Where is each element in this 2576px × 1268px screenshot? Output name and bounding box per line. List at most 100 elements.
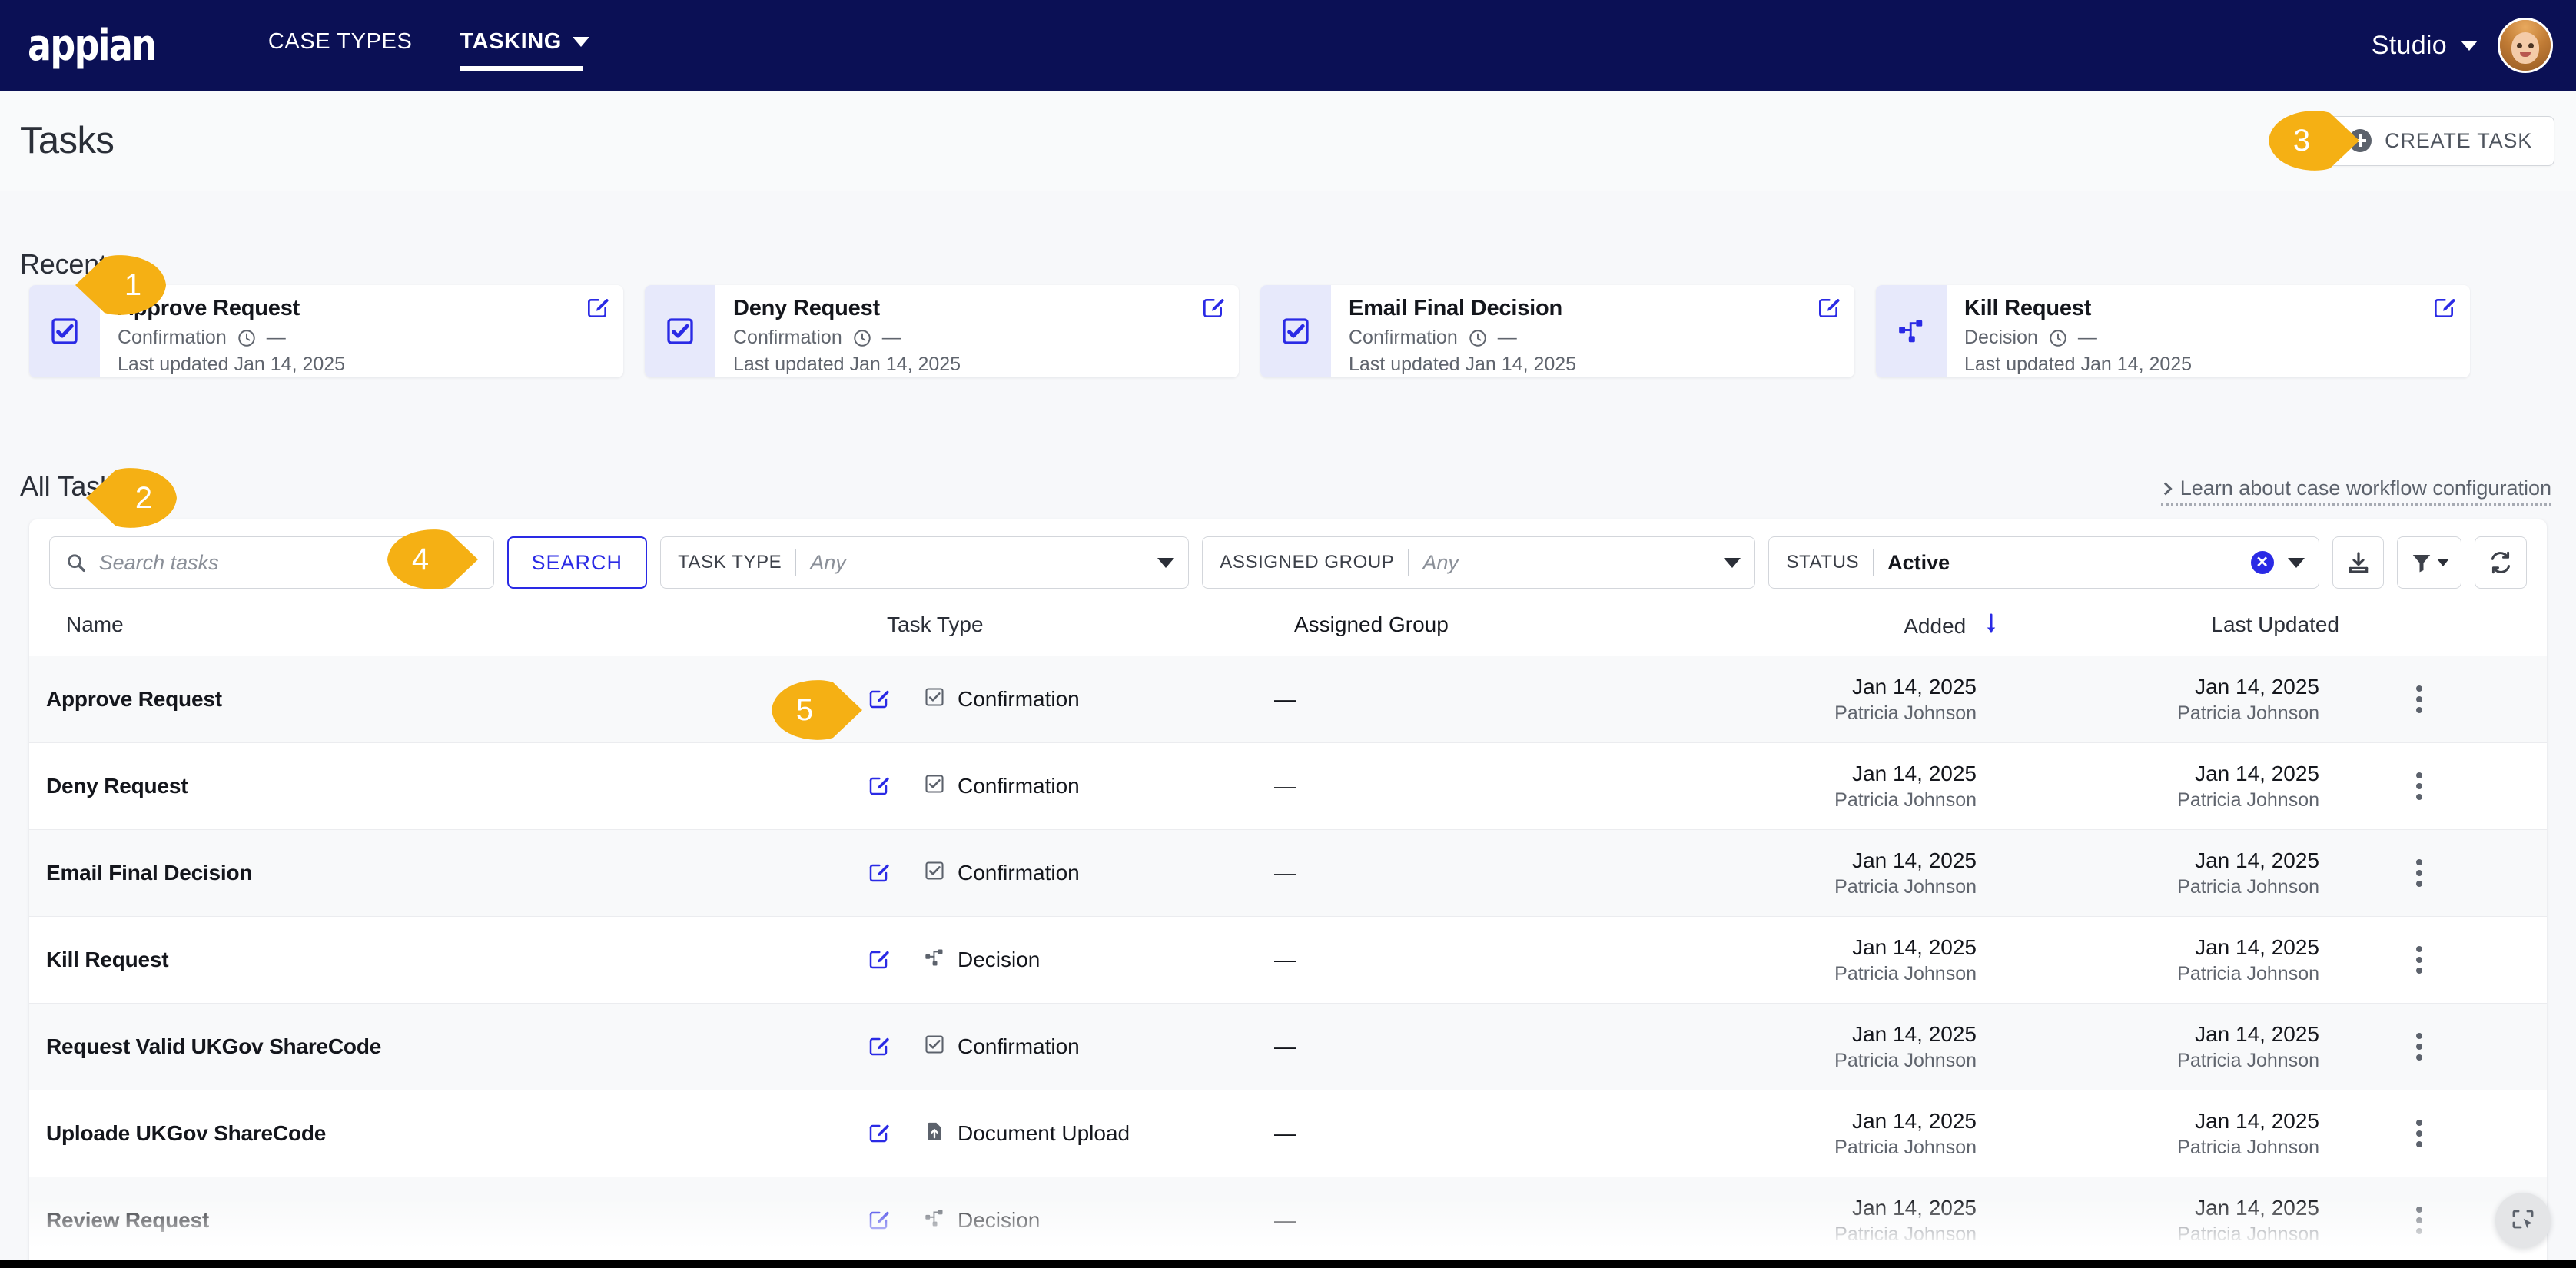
app-root: appian CASE TYPES TASKING Studio Tasks C… (0, 0, 2576, 1268)
table-row[interactable]: Request Valid UKGov ShareCode Confirmati… (29, 1003, 2547, 1090)
row-task-type-label: Confirmation (958, 1034, 1080, 1058)
status-filter-label: STATUS (1786, 552, 1860, 573)
top-navbar: appian CASE TYPES TASKING Studio (0, 0, 2576, 91)
filter-button[interactable] (2397, 536, 2462, 589)
assigned-group-filter[interactable]: ASSIGNED GROUP Any (1202, 536, 1756, 589)
assigned-group-filter-label: ASSIGNED GROUP (1220, 552, 1395, 573)
row-assigned-group: — (1274, 1121, 1296, 1145)
row-last-updated: Jan 14, 2025 Patricia Johnson (2012, 675, 2373, 725)
row-added-by: Patricia Johnson (1834, 788, 1977, 811)
row-task-type-label: Confirmation (958, 687, 1080, 711)
edit-icon[interactable] (867, 688, 890, 711)
annotation-badge-3: 3 (2266, 110, 2361, 171)
avatar[interactable] (2498, 18, 2553, 73)
refresh-button[interactable] (2475, 536, 2527, 589)
kebab-menu-icon[interactable] (2373, 946, 2465, 974)
recent-card[interactable]: Kill Request Decision — Last updated Jan… (1876, 285, 2470, 377)
edit-icon[interactable] (867, 1122, 890, 1145)
kebab-menu-icon[interactable] (2373, 772, 2465, 800)
edit-icon[interactable] (585, 296, 609, 324)
recent-card-meta: Confirmation — (1349, 327, 1839, 349)
clock-icon (2050, 329, 2066, 347)
row-added-stack: Jan 14, 2025 Patricia Johnson (1681, 675, 1977, 725)
learn-about-case-workflow-link[interactable]: Learn about case workflow configuration (2159, 476, 2551, 506)
edit-icon[interactable] (867, 1035, 890, 1058)
nav-item-tasking[interactable]: TASKING (460, 29, 589, 71)
row-updated-by: Patricia Johnson (2177, 788, 2319, 811)
column-header-name[interactable]: Name (49, 612, 887, 637)
clear-status-filter-icon[interactable]: ✕ (2250, 551, 2274, 574)
row-added-date: Jan 14, 2025 (1852, 848, 1977, 872)
row-added-date: Jan 14, 2025 (1852, 934, 1977, 959)
edit-icon[interactable] (2432, 296, 2456, 324)
edit-icon[interactable] (867, 861, 890, 885)
kebab-menu-icon[interactable] (2373, 1033, 2465, 1061)
row-last-updated: Jan 14, 2025 Patricia Johnson (2012, 848, 2373, 898)
row-task-type-label: Confirmation (958, 774, 1080, 798)
kebab-menu-icon[interactable] (2373, 1120, 2465, 1147)
column-header-assigned-group[interactable]: Assigned Group (1294, 612, 1701, 637)
nav-item-case-types[interactable]: CASE TYPES (268, 29, 413, 61)
studio-menu-label: Studio (2371, 30, 2447, 60)
table-row[interactable]: Uploade UKGov ShareCode Document Upload … (29, 1090, 2547, 1177)
row-added-stack: Jan 14, 2025 Patricia Johnson (1681, 1022, 1977, 1072)
export-download-button[interactable] (2332, 536, 2385, 589)
recent-card[interactable]: Email Final Decision Confirmation — Last… (1260, 285, 1854, 377)
tasks-table-card: SEARCH TASK TYPE Any ASSIGNED GROUP Any … (29, 519, 2547, 1268)
clock-icon (238, 329, 255, 347)
search-button[interactable]: SEARCH (506, 536, 648, 589)
annotation-badge-2-number: 2 (134, 480, 153, 515)
kebab-menu-icon[interactable] (2373, 1207, 2465, 1234)
table-row[interactable]: Review Request Decision — Jan 14, 2025 P… (29, 1177, 2547, 1263)
refresh-icon (2491, 551, 2511, 574)
status-filter[interactable]: STATUS Active ✕ (1768, 536, 2319, 589)
confirmation-icon (924, 686, 945, 713)
row-added: Jan 14, 2025 Patricia Johnson (1681, 1022, 2012, 1072)
pin-shape-right (772, 680, 862, 740)
recent-card-type: Confirmation (1349, 327, 1458, 348)
row-task-type: Decision (867, 947, 1274, 974)
row-task-type: Confirmation (867, 860, 1274, 887)
row-name: Deny Request (46, 774, 188, 798)
row-added: Jan 14, 2025 Patricia Johnson (1681, 1196, 2012, 1246)
recent-card[interactable]: Deny Request Confirmation — Last updated… (645, 285, 1239, 377)
table-row[interactable]: Kill Request Decision — Jan 14, 2025 Pat… (29, 916, 2547, 1003)
screenshot-select-button[interactable] (2495, 1193, 2551, 1248)
row-updated-by: Patricia Johnson (2177, 1049, 2319, 1071)
chevron-down-icon (1724, 557, 1741, 568)
edit-icon[interactable] (867, 1209, 890, 1232)
navbar-right: Studio (2372, 18, 2553, 73)
task-type-filter[interactable]: TASK TYPE Any (660, 536, 1190, 589)
row-actions (2373, 1207, 2465, 1234)
kebab-menu-icon[interactable] (2373, 685, 2465, 713)
annotation-badge-4: 4 (384, 529, 480, 590)
column-header-task-type[interactable]: Task Type (887, 612, 1294, 637)
annotation-badge-2: 2 (85, 467, 180, 529)
pin-shape-right (387, 529, 478, 589)
chevron-down-icon (1157, 557, 1175, 568)
studio-menu[interactable]: Studio (2372, 31, 2478, 61)
status-filter-value: Active (1887, 550, 1950, 574)
row-assigned-group: — (1274, 687, 1296, 711)
table-row[interactable]: Deny Request Confirmation — Jan 14, 2025… (29, 742, 2547, 829)
row-added-by: Patricia Johnson (1834, 962, 1977, 984)
table-row[interactable]: Approve Request Confirmation — Jan 14, 2… (29, 656, 2547, 742)
row-added-date: Jan 14, 2025 (1852, 1195, 1977, 1220)
assigned-group-filter-value: Any (1422, 550, 1459, 574)
edit-icon[interactable] (1816, 296, 1841, 324)
primary-nav: CASE TYPES TASKING (268, 29, 589, 71)
filter-icon (2412, 555, 2431, 573)
annotation-badge-3-number: 3 (2292, 123, 2311, 158)
kebab-menu-icon[interactable] (2373, 859, 2465, 887)
edit-icon[interactable] (867, 948, 890, 971)
confirmation-icon (924, 773, 945, 800)
edit-icon[interactable] (867, 775, 890, 798)
table-row[interactable]: Email Final Decision Confirmation — Jan … (29, 829, 2547, 916)
column-header-added[interactable]: Added (1701, 610, 2032, 639)
appian-logo[interactable]: appian (28, 21, 157, 71)
row-updated-stack: Jan 14, 2025 Patricia Johnson (2012, 935, 2319, 985)
column-header-last-updated[interactable]: Last Updated (2032, 612, 2393, 637)
row-added-date: Jan 14, 2025 (1852, 761, 1977, 785)
row-added-by: Patricia Johnson (1834, 875, 1977, 898)
edit-icon[interactable] (1200, 296, 1225, 324)
